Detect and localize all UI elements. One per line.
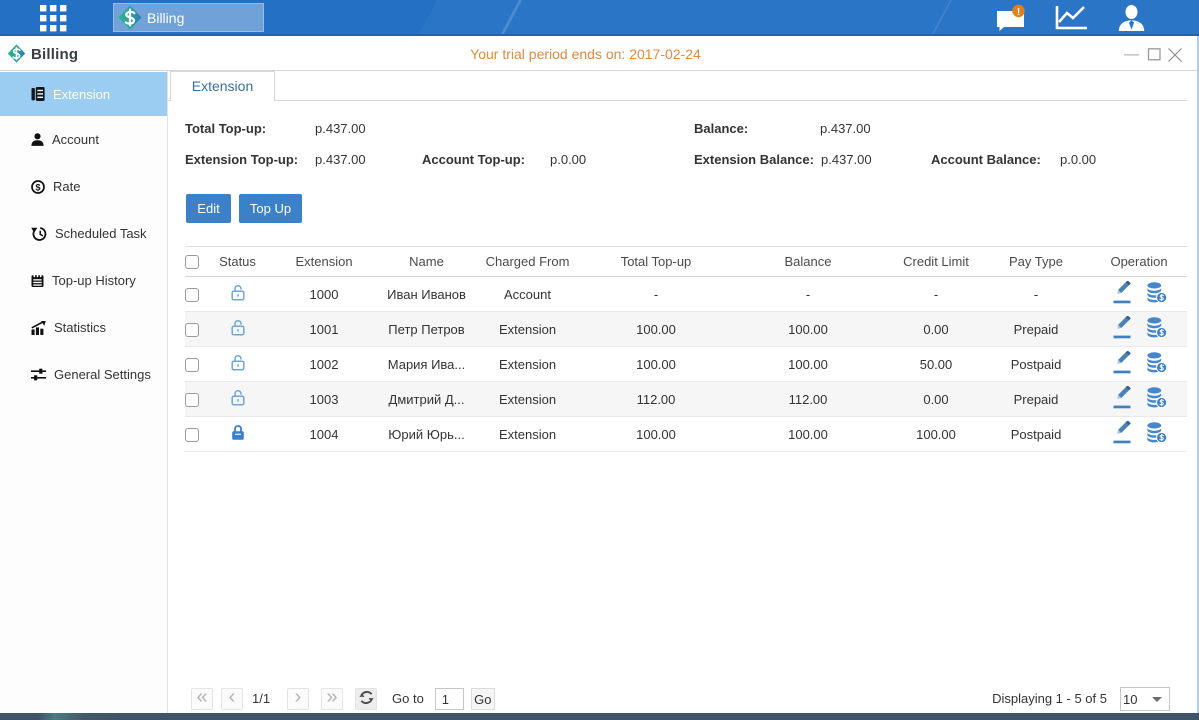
svg-text:$: $ bbox=[35, 182, 40, 192]
svg-text:!: ! bbox=[1017, 7, 1020, 18]
